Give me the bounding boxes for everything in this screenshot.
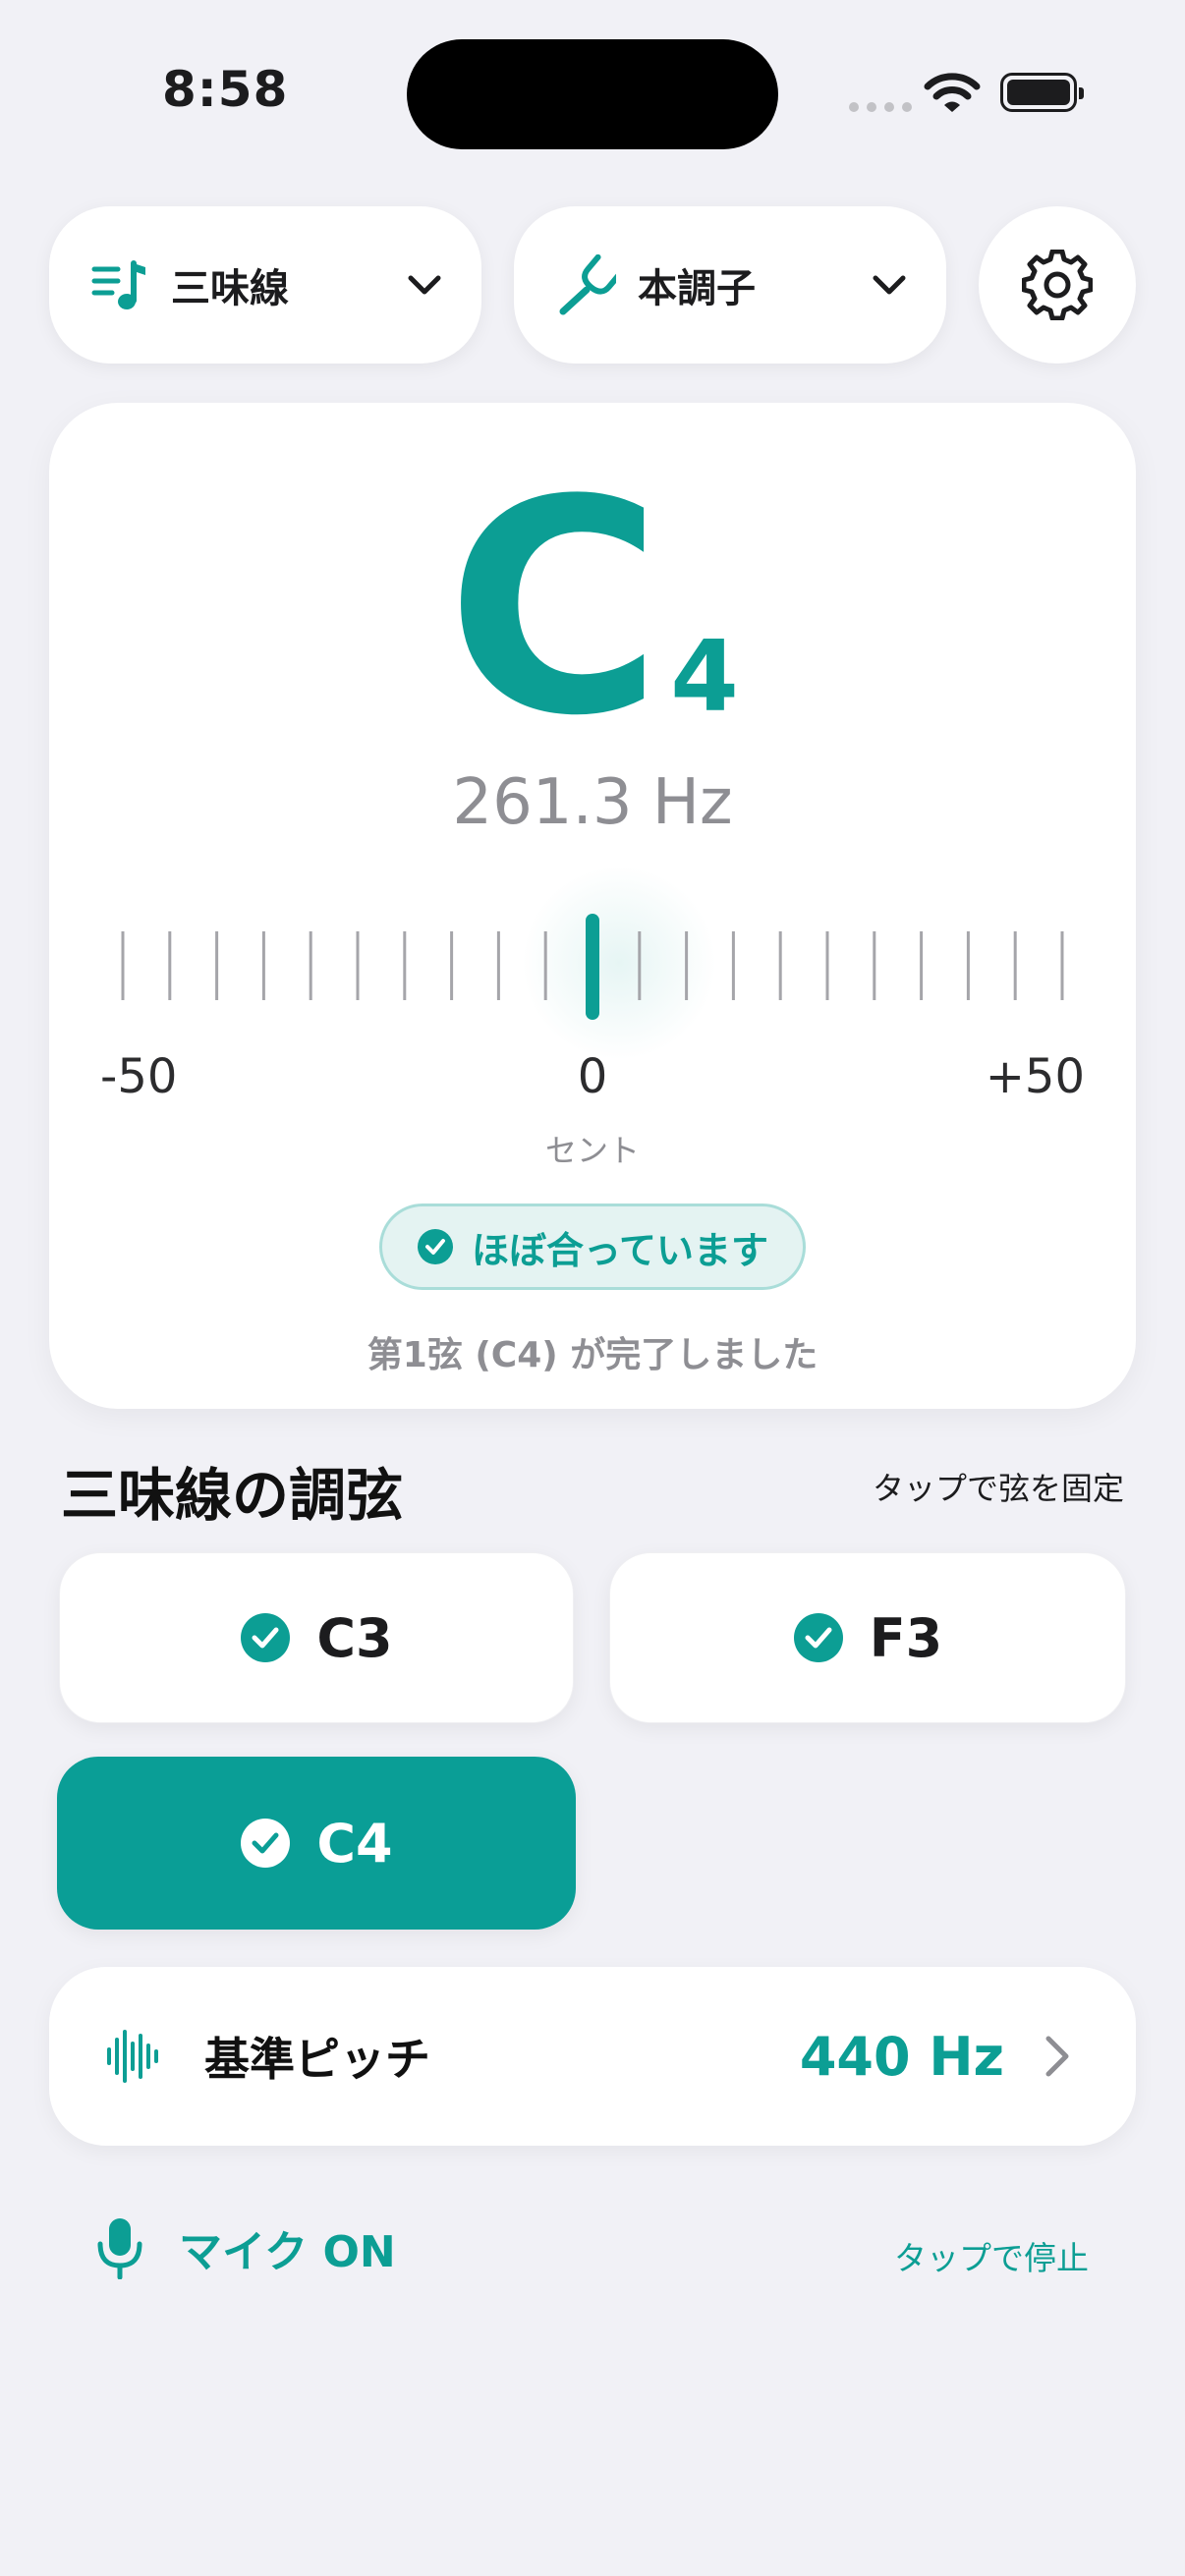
music-list-icon xyxy=(91,260,145,309)
chevron-right-icon xyxy=(1045,2036,1069,2077)
scale-mid-label: 0 xyxy=(577,1049,608,1104)
gear-icon xyxy=(1022,250,1093,320)
section-title: 三味線の調弦 xyxy=(61,1462,404,1529)
section-hint: タップで弦を固定 xyxy=(872,1470,1124,1507)
tuning-status-text: ほぼ合っています xyxy=(471,1228,769,1272)
dynamic-island xyxy=(407,39,778,149)
note-letter: C xyxy=(446,437,663,780)
tuning-label: 本調子 xyxy=(638,266,756,311)
cents-unit-label: セント xyxy=(544,1132,640,1169)
string-name: F3 xyxy=(869,1606,943,1669)
instrument-selector[interactable]: 三味線 xyxy=(49,206,481,364)
reference-pitch-label: 基準ピッチ xyxy=(204,2033,430,2086)
scale-max-label: +50 xyxy=(985,1049,1085,1104)
battery-icon xyxy=(1000,73,1084,112)
mic-status-label: マイク ON xyxy=(179,2227,396,2277)
note-octave: 4 xyxy=(670,619,739,734)
waveform-icon xyxy=(107,2030,158,2083)
check-circle-icon xyxy=(241,1819,291,1868)
tuner-card: C4 261.3 Hz -50 0 +50 セント ほぼ合っています 第1弦 (… xyxy=(49,403,1136,1409)
string-name: C3 xyxy=(316,1606,393,1669)
instrument-label: 三味線 xyxy=(171,266,289,311)
chevron-down-icon xyxy=(408,275,441,295)
wifi-icon xyxy=(924,73,981,112)
reference-pitch-row[interactable]: 基準ピッチ 440 Hz xyxy=(49,1967,1136,2146)
mic-stop-hint[interactable]: タップで停止 xyxy=(894,2232,1089,2279)
string-button-f3[interactable]: F3 xyxy=(609,1552,1126,1723)
cents-meter xyxy=(121,914,1064,1020)
detected-note: C4 xyxy=(49,462,1136,756)
settings-button[interactable] xyxy=(979,206,1136,364)
status-time: 8:58 xyxy=(162,61,289,118)
tuning-fork-icon xyxy=(559,254,616,315)
reference-pitch-value: 440 Hz xyxy=(799,2025,1004,2088)
check-circle-icon xyxy=(241,1613,291,1662)
string-button-c3[interactable]: C3 xyxy=(59,1552,574,1723)
microphone-icon xyxy=(97,2218,142,2279)
string-button-c4[interactable]: C4 xyxy=(57,1757,576,1930)
tuning-status-badge: ほぼ合っています xyxy=(379,1204,806,1290)
string-name: C4 xyxy=(316,1812,393,1875)
check-circle-icon xyxy=(417,1229,453,1264)
meter-needle xyxy=(586,914,599,1020)
cellular-signal-icon xyxy=(849,102,912,112)
completion-message: 第1弦 (C4) が完了しました xyxy=(367,1335,818,1375)
mic-toggle[interactable]: マイク ON xyxy=(94,2216,396,2279)
chevron-down-icon xyxy=(873,275,906,295)
check-circle-icon xyxy=(793,1613,843,1662)
tuning-selector[interactable]: 本調子 xyxy=(514,206,946,364)
frequency-readout: 261.3 Hz xyxy=(452,766,733,839)
